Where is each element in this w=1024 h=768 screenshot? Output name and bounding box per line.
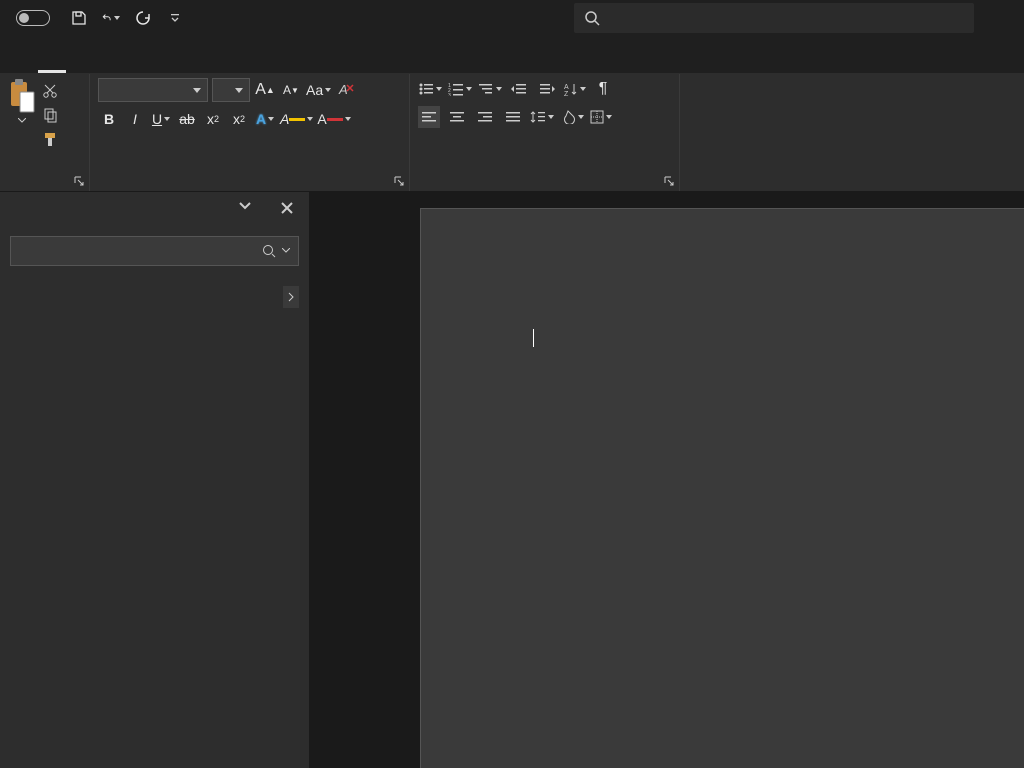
tab-references[interactable] <box>166 59 194 73</box>
sort-icon[interactable]: AZ <box>564 78 586 100</box>
undo-icon[interactable] <box>102 9 120 27</box>
shrink-font-icon[interactable]: A▼ <box>280 79 302 101</box>
close-icon[interactable] <box>281 202 293 214</box>
group-label-font <box>98 187 401 189</box>
decrease-indent-icon[interactable] <box>508 78 530 100</box>
group-label-clipboard <box>8 187 81 189</box>
paste-button[interactable] <box>8 78 36 123</box>
superscript-button[interactable]: x2 <box>228 108 250 130</box>
tab-review[interactable] <box>230 59 258 73</box>
dialog-launcher-icon[interactable] <box>663 175 675 187</box>
text-effects-icon[interactable]: A <box>254 108 276 130</box>
underline-button[interactable]: U <box>150 108 172 130</box>
save-icon[interactable] <box>70 9 88 27</box>
ribbon-tabs <box>0 36 1024 74</box>
title-bar <box>0 0 1024 36</box>
search-box[interactable] <box>574 3 974 33</box>
group-label-styles <box>688 187 1016 189</box>
dialog-launcher-icon[interactable] <box>73 175 85 187</box>
tab-file[interactable] <box>6 59 34 73</box>
quick-access-toolbar <box>60 9 194 27</box>
chevron-down-icon <box>193 88 201 93</box>
svg-text:A: A <box>564 84 569 91</box>
text-cursor <box>533 329 534 347</box>
align-left-icon[interactable] <box>418 106 440 128</box>
group-label-paragraph <box>418 187 671 189</box>
tab-layout[interactable] <box>134 59 162 73</box>
tab-insert[interactable] <box>70 59 98 73</box>
strikethrough-button[interactable]: ab <box>176 108 198 130</box>
align-center-icon[interactable] <box>446 106 468 128</box>
nav-body <box>10 325 299 341</box>
page[interactable] <box>420 208 1024 768</box>
tab-home[interactable] <box>38 56 66 73</box>
chevron-down-icon <box>18 118 26 123</box>
paste-icon <box>8 78 36 114</box>
nav-search-input[interactable] <box>19 243 262 259</box>
clear-formatting-icon[interactable]: A <box>335 79 357 101</box>
chevron-down-icon[interactable] <box>239 202 251 214</box>
font-size-combo[interactable] <box>212 78 250 102</box>
tab-design[interactable] <box>102 59 130 73</box>
numbering-icon[interactable]: 123 <box>448 78 472 100</box>
nav-tabs <box>10 288 299 295</box>
svg-text:A: A <box>338 82 348 97</box>
nav-search-box[interactable] <box>10 236 299 266</box>
qat-customize-icon[interactable] <box>166 9 184 27</box>
ribbon: A▲ A▼ Aa A B I U ab x2 x2 A A A <box>0 74 1024 192</box>
bullets-icon[interactable] <box>418 78 442 100</box>
redo-icon[interactable] <box>134 9 152 27</box>
search-input[interactable] <box>608 10 964 26</box>
shading-icon[interactable] <box>560 106 584 128</box>
dialog-launcher-icon[interactable] <box>393 175 405 187</box>
group-styles <box>680 74 1024 191</box>
chevron-down-icon[interactable] <box>282 248 290 254</box>
copy-icon[interactable] <box>40 106 60 124</box>
cut-icon[interactable] <box>40 82 60 100</box>
font-name-combo[interactable] <box>98 78 208 102</box>
tab-help[interactable] <box>294 59 322 73</box>
document-area[interactable] <box>310 192 1024 768</box>
group-paragraph: 123 AZ ¶ <box>410 74 680 191</box>
search-icon <box>584 10 600 26</box>
toggle-knob <box>19 13 29 23</box>
svg-text:Z: Z <box>564 91 569 96</box>
toggle-switch[interactable] <box>16 10 50 26</box>
justify-icon[interactable] <box>502 106 524 128</box>
borders-icon[interactable] <box>590 106 612 128</box>
highlight-color-icon[interactable]: A <box>280 108 313 130</box>
grow-font-icon[interactable]: A▲ <box>254 79 276 101</box>
multilevel-list-icon[interactable] <box>478 78 502 100</box>
search-icon[interactable] <box>262 244 276 258</box>
workspace <box>0 192 1024 768</box>
font-color-icon[interactable]: A <box>317 108 350 130</box>
navigation-pane <box>0 192 310 768</box>
change-case-icon[interactable]: Aa <box>306 79 331 101</box>
group-clipboard <box>0 74 90 191</box>
autosave-toggle[interactable] <box>0 10 60 26</box>
group-font: A▲ A▼ Aa A B I U ab x2 x2 A A A <box>90 74 410 191</box>
svg-text:3: 3 <box>448 93 451 96</box>
nav-tabs-scroll-right-icon[interactable] <box>283 286 299 308</box>
line-spacing-icon[interactable] <box>530 106 554 128</box>
show-marks-icon[interactable]: ¶ <box>592 78 614 100</box>
italic-button[interactable]: I <box>124 108 146 130</box>
align-right-icon[interactable] <box>474 106 496 128</box>
chevron-down-icon <box>235 88 243 93</box>
tab-view[interactable] <box>262 59 290 73</box>
increase-indent-icon[interactable] <box>536 78 558 100</box>
tab-mailings[interactable] <box>198 59 226 73</box>
format-painter-icon[interactable] <box>40 130 60 148</box>
bold-button[interactable]: B <box>98 108 120 130</box>
subscript-button[interactable]: x2 <box>202 108 224 130</box>
